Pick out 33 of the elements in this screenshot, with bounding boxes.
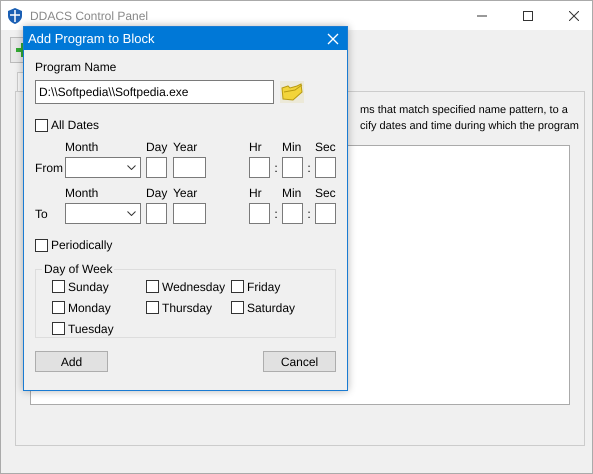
window-title: DDACS Control Panel [30, 8, 148, 22]
day-label: Day [146, 140, 167, 154]
minute-label: Min [282, 140, 302, 154]
checkbox-label: Thursday [162, 300, 212, 314]
checkbox-label: Wednesday [162, 280, 226, 294]
dialog-title: Add Program to Block [28, 31, 154, 46]
time-separator: : [306, 206, 312, 220]
range-label: From [35, 160, 64, 174]
month-label: Month [65, 186, 100, 200]
range-label: To [35, 206, 49, 220]
minute-label: Min [282, 186, 302, 200]
checkbox-label: Monday [68, 300, 111, 314]
checkbox-label: Periodically [51, 238, 112, 252]
checkbox-label: Saturday [247, 300, 296, 314]
checkbox-label: Friday [247, 280, 280, 294]
day-label: Day [146, 186, 167, 200]
description-text: ms that match specified name pattern, to a [360, 103, 568, 118]
description-text: cify dates and time during which the program [360, 119, 579, 134]
year-label: Year [173, 186, 198, 200]
group-title: Day of Week [43, 262, 114, 276]
second-label: Sec [315, 140, 336, 154]
checkbox-label: All Dates [51, 118, 100, 132]
month-label: Month [65, 140, 100, 154]
year-label: Year [173, 140, 198, 154]
time-separator: : [273, 160, 279, 174]
checkbox-label: Sunday [68, 280, 109, 294]
hour-label: Hr [249, 140, 263, 154]
time-separator: : [273, 206, 279, 220]
checkbox-label: Tuesday [68, 322, 114, 336]
program-name-label: Program Name [35, 60, 118, 74]
second-label: Sec [315, 186, 336, 200]
time-separator: : [306, 160, 312, 174]
hour-label: Hr [249, 186, 263, 200]
